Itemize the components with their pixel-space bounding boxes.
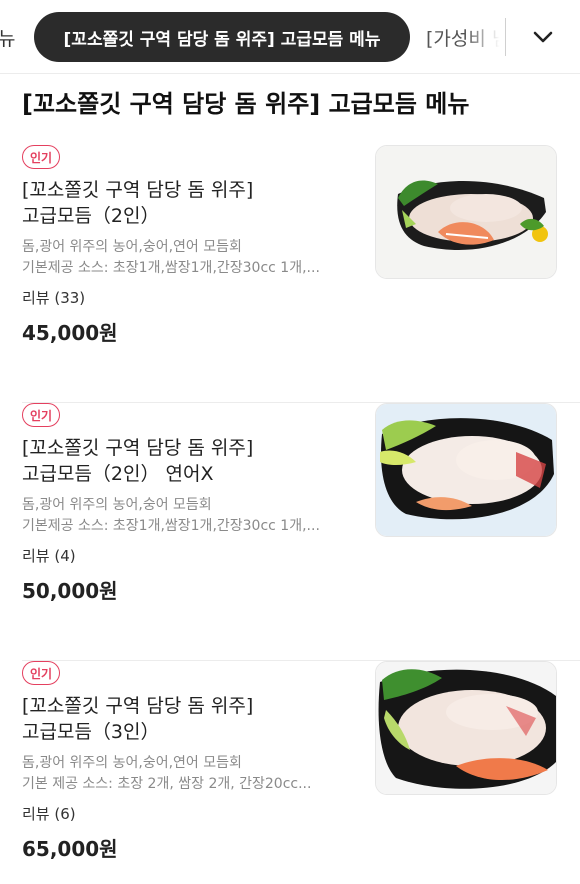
menu-item-name-line1: [꼬소쫄깃 구역 담당 돔 위주]: [22, 179, 254, 201]
menu-item-name: [꼬소쫄깃 구역 담당 돔 위주] 고급모듬（2인）: [22, 177, 362, 229]
tab-previous-category[interactable]: 뉴: [0, 24, 15, 51]
menu-item-photo[interactable]: [375, 661, 557, 795]
menu-item-review-count: 리뷰 (33): [22, 289, 86, 307]
menu-item-name-line2: 고급모듬（3인）: [22, 721, 160, 743]
menu-item-price: 45,000원: [22, 321, 118, 345]
tab-divider: [505, 18, 506, 56]
menu-item-name-line2: 고급모듬（2인） 연어X: [22, 463, 214, 485]
expand-categories-button[interactable]: [514, 12, 572, 62]
section-title: [꼬소쫄깃 구역 담당 돔 위주] 고급모듬 메뉴: [22, 90, 470, 118]
menu-item-description: 돔,광어 위주의 농어,숭어,연어 모듬회: [22, 755, 242, 771]
chevron-down-icon: [533, 31, 553, 43]
menu-item[interactable]: 인기 [꼬소쫄깃 구역 담당 돔 위주] 고급모듬（2인） 연어X 돔,광어 위…: [0, 403, 580, 661]
menu-item-sauce-info: 기본 제공 소스: 초장 2개, 쌈장 2개, 간장20cc...: [22, 776, 312, 792]
menu-item-description: 돔,광어 위주의 농어,숭어 모듬회: [22, 497, 212, 513]
menu-item[interactable]: 인기 [꼬소쫄깃 구역 담당 돔 위주] 고급모듬（3인） 돔,광어 위주의 농…: [0, 661, 580, 884]
menu-item-price: 65,000원: [22, 837, 118, 861]
menu-item-price: 50,000원: [22, 579, 118, 603]
menu-item-name: [꼬소쫄깃 구역 담당 돔 위주] 고급모듬（2인） 연어X: [22, 435, 362, 487]
menu-item[interactable]: 인기 [꼬소쫄깃 구역 담당 돔 위주] 고급모듬（2인） 돔,광어 위주의 농…: [0, 145, 580, 403]
tab-fade-overlay: [466, 10, 508, 62]
menu-item-name-line1: [꼬소쫄깃 구역 담당 돔 위주]: [22, 695, 254, 717]
menu-item-photo[interactable]: [375, 145, 557, 279]
popular-badge: 인기: [22, 145, 61, 169]
menu-item-sauce-info: 기본제공 소스: 초장1개,쌈장1개,간장30cc 1개,...: [22, 260, 320, 276]
menu-item-name-line1: [꼬소쫄깃 구역 담당 돔 위주]: [22, 437, 254, 459]
menu-item-name: [꼬소쫄깃 구역 담당 돔 위주] 고급모듬（3인）: [22, 693, 362, 745]
menu-item-review-count: 리뷰 (6): [22, 805, 76, 823]
menu-item-review-count: 리뷰 (4): [22, 547, 76, 565]
menu-item-photo[interactable]: [375, 403, 557, 537]
menu-item-sauce-info: 기본제공 소스: 초장1개,쌈장1개,간장30cc 1개,...: [22, 518, 320, 534]
menu-item-description: 돔,광어 위주의 농어,숭어,연어 모듬회: [22, 239, 242, 255]
menu-item-name-line2: 고급모듬（2인）: [22, 205, 160, 227]
tab-active-category[interactable]: [꼬소쫄깃 구역 담당 돔 위주] 고급모듬 메뉴: [34, 12, 410, 62]
popular-badge: 인기: [22, 661, 61, 685]
category-tab-bar: 뉴 [꼬소쫄깃 구역 담당 돔 위주] 고급모듬 메뉴 [가성비 넘: [0, 0, 580, 74]
popular-badge: 인기: [22, 403, 61, 427]
